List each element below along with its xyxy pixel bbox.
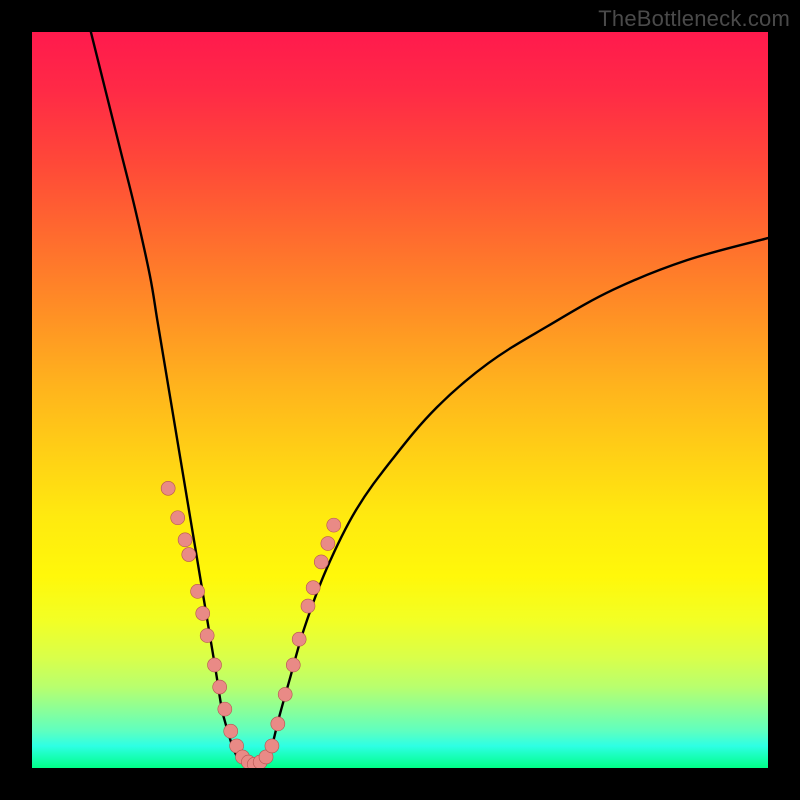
data-point — [208, 658, 222, 672]
data-point — [218, 702, 232, 716]
bottleneck-curve — [91, 32, 768, 767]
curve-group — [91, 32, 768, 767]
data-point — [292, 632, 306, 646]
plot-area — [32, 32, 768, 768]
data-point — [196, 606, 210, 620]
data-point — [321, 537, 335, 551]
data-point — [265, 739, 279, 753]
data-point — [286, 658, 300, 672]
data-point — [161, 481, 175, 495]
chart-svg — [32, 32, 768, 768]
data-point — [182, 548, 196, 562]
data-point — [213, 680, 227, 694]
data-point — [306, 581, 320, 595]
data-point — [191, 584, 205, 598]
data-point — [224, 724, 238, 738]
data-point — [327, 518, 341, 532]
data-point — [271, 717, 285, 731]
data-point — [278, 687, 292, 701]
data-point — [314, 555, 328, 569]
data-point — [178, 533, 192, 547]
data-point — [200, 629, 214, 643]
chart-frame: TheBottleneck.com — [0, 0, 800, 800]
data-point — [301, 599, 315, 613]
watermark-text: TheBottleneck.com — [598, 6, 790, 32]
data-point — [171, 511, 185, 525]
marker-group — [161, 481, 341, 768]
